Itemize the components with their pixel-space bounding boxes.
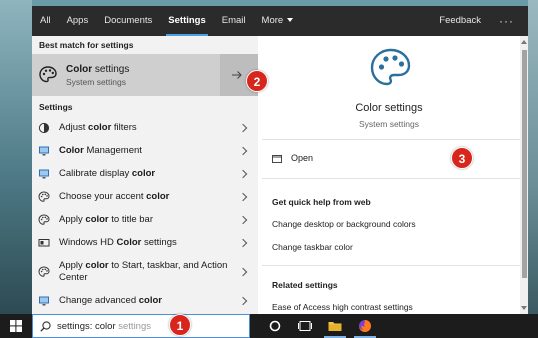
results-list: Best match for settings Color settings S… xyxy=(32,36,258,314)
best-match-header: Best match for settings xyxy=(39,40,134,50)
settings-results: Adjust color filters Color Management Cali… xyxy=(32,116,258,312)
tab-apps[interactable]: Apps xyxy=(59,6,97,36)
firefox-button[interactable] xyxy=(350,314,380,338)
chevron-right-icon xyxy=(238,123,248,132)
chevron-right-icon xyxy=(238,215,248,224)
step-badge: 3 xyxy=(451,147,473,169)
chevron-right-icon xyxy=(238,296,248,305)
palette-icon xyxy=(39,66,57,83)
step-badge: 1 xyxy=(169,314,191,336)
desktop-background-right xyxy=(528,0,538,314)
settings-result-label: Apply color to title bar xyxy=(59,213,153,225)
divider xyxy=(262,265,520,266)
best-match-title: Color settings xyxy=(66,63,130,75)
palette-icon xyxy=(370,48,411,86)
settings-result-label: Windows HD Color settings xyxy=(59,236,177,248)
detail-scrollbar[interactable] xyxy=(520,36,528,314)
palette-icon xyxy=(38,190,50,203)
scrollbar-thumb[interactable] xyxy=(522,50,527,278)
taskbar: settings: color settings xyxy=(0,314,538,338)
search-input[interactable]: settings: color settings xyxy=(57,321,151,332)
firefox-icon xyxy=(359,320,371,332)
settings-result-item[interactable]: Apply color to Start, taskbar, and Actio… xyxy=(32,254,258,289)
related-link-high-contrast[interactable]: Ease of Access high contrast settings xyxy=(272,302,413,312)
task-view-button[interactable] xyxy=(290,314,320,338)
settings-result-item[interactable]: Adjust color filters xyxy=(32,116,258,139)
settings-result-label: Apply color to Start, taskbar, and Actio… xyxy=(59,259,228,283)
tab-settings[interactable]: Settings xyxy=(160,6,213,36)
scroll-up-icon[interactable] xyxy=(521,40,527,44)
open-window-icon xyxy=(272,154,282,163)
tab-more-label: More xyxy=(261,15,284,26)
quick-help-header: Get quick help from web xyxy=(272,197,371,207)
settings-result-label: Calibrate display color xyxy=(59,167,156,179)
tab-more[interactable]: More xyxy=(254,6,302,36)
chevron-right-icon xyxy=(238,146,248,155)
monitor-icon xyxy=(38,168,50,180)
taskbar-search-box[interactable]: settings: color settings xyxy=(32,314,250,338)
settings-result-item[interactable]: Apply color to title bar xyxy=(32,208,258,231)
settings-result-item[interactable]: Windows HD Color settings xyxy=(32,231,258,254)
chevron-down-icon xyxy=(287,18,294,23)
best-match-subtitle: System settings xyxy=(66,76,126,87)
settings-header: Settings xyxy=(39,102,73,112)
result-details-pane: Color settings System settings Open Get … xyxy=(258,36,528,314)
search-icon xyxy=(40,320,51,332)
more-options-icon[interactable]: ··· xyxy=(489,14,528,28)
hd-display-icon xyxy=(38,237,50,249)
chevron-right-icon xyxy=(238,169,248,178)
quick-help-link-desktop-colors[interactable]: Change desktop or background colors xyxy=(272,219,416,229)
settings-result-item[interactable]: Calibrate display color xyxy=(32,162,258,185)
chevron-right-icon xyxy=(238,267,248,276)
step-badge: 2 xyxy=(246,70,268,92)
open-label: Open xyxy=(291,153,314,163)
folder-icon xyxy=(328,322,342,331)
cortana-circle-icon xyxy=(269,320,281,332)
settings-result-label: Color Management xyxy=(59,144,142,156)
scroll-down-icon[interactable] xyxy=(521,306,527,310)
quick-help-link-taskbar-color[interactable]: Change taskbar color xyxy=(272,242,353,252)
cortana-button[interactable] xyxy=(260,314,290,338)
chevron-right-icon xyxy=(238,192,248,201)
settings-result-label: Change advanced color xyxy=(59,294,162,306)
start-button[interactable] xyxy=(0,314,32,338)
arrow-right-icon xyxy=(232,71,242,79)
detail-subtitle: System settings xyxy=(359,119,419,129)
settings-result-label: Choose your accent color xyxy=(59,190,170,202)
desktop-background-left xyxy=(0,0,32,314)
monitor-icon xyxy=(38,295,50,307)
best-match-open[interactable]: Color settings System settings xyxy=(32,54,220,96)
divider xyxy=(262,139,520,140)
related-settings-header: Related settings xyxy=(272,280,338,290)
search-tab-bar: All Apps Documents Settings Email More F… xyxy=(32,6,528,36)
monitor-icon xyxy=(38,145,50,157)
best-match-result: Color settings System settings xyxy=(32,54,258,96)
search-suggestion-text: settings xyxy=(115,320,152,332)
tab-email[interactable]: Email xyxy=(214,6,254,36)
color-filter-icon xyxy=(38,122,50,134)
tab-documents[interactable]: Documents xyxy=(96,6,160,36)
chevron-right-icon xyxy=(238,238,248,247)
feedback-button[interactable]: Feedback xyxy=(431,6,489,36)
search-typed-text: settings: color xyxy=(57,320,116,332)
settings-result-item[interactable]: Choose your accent color xyxy=(32,185,258,208)
detail-title: Color settings xyxy=(355,102,423,114)
task-view-icon xyxy=(298,321,312,331)
windows-logo-icon xyxy=(10,320,22,332)
open-button[interactable]: Open xyxy=(272,153,313,163)
palette-icon xyxy=(38,213,50,226)
settings-result-item[interactable]: Color Management xyxy=(32,139,258,162)
settings-result-label: Adjust color filters xyxy=(59,121,137,133)
file-explorer-button[interactable] xyxy=(320,314,350,338)
palette-icon xyxy=(38,265,50,278)
divider xyxy=(262,178,520,179)
settings-result-item[interactable]: Change advanced color xyxy=(32,289,258,312)
tab-all[interactable]: All xyxy=(32,6,59,36)
